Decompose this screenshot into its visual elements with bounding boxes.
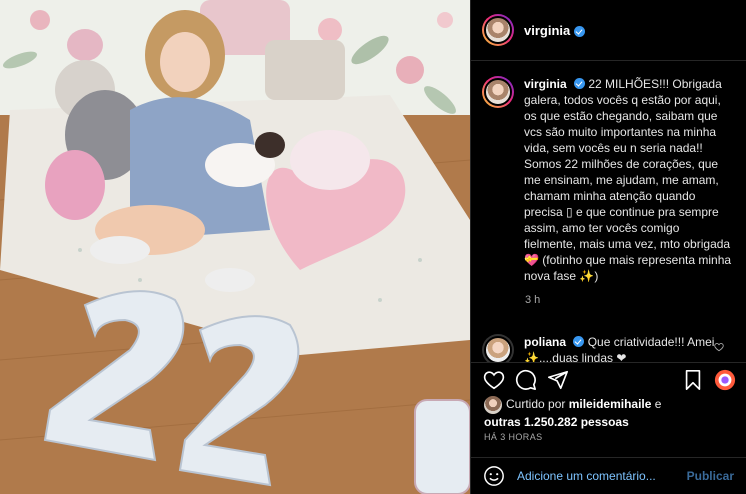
likes-joiner: e <box>654 397 662 412</box>
comment-input[interactable]: Adicione um comentário... <box>517 469 687 483</box>
likes-prefix: Curtido por <box>506 397 566 412</box>
extension-icon[interactable] <box>714 369 736 391</box>
comment-icon[interactable] <box>515 369 537 391</box>
avatar[interactable] <box>482 14 514 46</box>
post-header: virginia <box>471 0 746 61</box>
header-username[interactable]: virginia <box>524 23 570 38</box>
comment-avatar[interactable] <box>482 334 514 362</box>
comments-section: virginia 22 MILHÕES!!! Obrigada galera, … <box>471 62 746 362</box>
liker-avatar[interactable] <box>484 396 502 414</box>
like-comment-icon[interactable] <box>714 342 724 352</box>
caption: virginia 22 MILHÕES!!! Obrigada galera, … <box>482 76 732 284</box>
caption-username[interactable]: virginia <box>524 77 567 91</box>
posted-ago[interactable]: HÁ 3 HORAS <box>484 432 543 442</box>
caption-time[interactable]: 3 h <box>525 294 732 306</box>
liker-username[interactable]: mileidemihaile <box>569 397 652 411</box>
post-photo[interactable] <box>0 0 470 494</box>
action-bar <box>471 362 746 397</box>
post-side-panel: virginia virginia 22 MILHÕES!!! Obrigada… <box>470 0 746 494</box>
photo-illustration <box>0 0 470 494</box>
likes-summary: Curtido por mileidemihaile e outras 1.25… <box>484 396 734 430</box>
verified-badge-icon <box>573 336 585 347</box>
share-icon[interactable] <box>547 369 569 391</box>
verified-badge-icon <box>574 25 586 37</box>
likes-others[interactable]: outras 1.250.282 pessoas <box>484 415 629 429</box>
heart-icon[interactable] <box>483 369 505 391</box>
caption-text: 22 MILHÕES!!! Obrigada galera, todos voc… <box>524 77 732 283</box>
bookmark-icon[interactable] <box>682 369 704 391</box>
post-comment-button[interactable]: Publicar <box>687 469 734 483</box>
add-comment-bar: Adicione um comentário... Publicar <box>471 457 746 494</box>
emoji-icon[interactable] <box>483 465 505 487</box>
verified-badge-icon <box>574 78 586 89</box>
caption-avatar[interactable] <box>482 76 514 108</box>
comment-item: poliana Que criatividade!!! Amei ✨....du… <box>482 334 732 362</box>
comment-username[interactable]: poliana <box>524 335 566 349</box>
